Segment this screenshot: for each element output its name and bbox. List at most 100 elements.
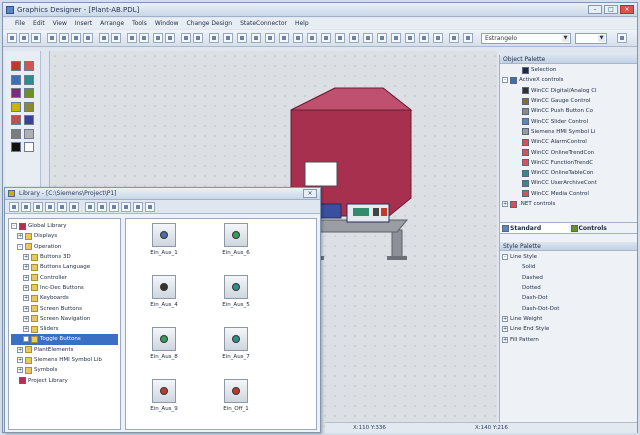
toolbar-button[interactable] (99, 33, 109, 43)
color-swatch[interactable] (11, 142, 21, 152)
color-swatch[interactable] (24, 128, 34, 139)
tree-item[interactable]: WinCC AlarmControl (502, 137, 635, 147)
tree-item[interactable]: WinCC Media Control (502, 189, 635, 199)
toolbar-button[interactable] (405, 33, 415, 43)
toolbar-button[interactable] (321, 33, 331, 43)
toolbar-button[interactable] (449, 33, 459, 43)
tree-item[interactable]: Dash-Dot-Dot (502, 303, 635, 313)
toolbar-button[interactable] (71, 33, 81, 43)
tree-item[interactable]: + .NET controls (502, 199, 635, 209)
toolbar-button[interactable] (127, 33, 137, 43)
toolbar-button[interactable] (307, 33, 317, 43)
library-toolbar-button[interactable] (21, 202, 31, 212)
library-item[interactable]: Ein_Aus_6 (212, 221, 260, 273)
tree-item[interactable]: Project Library (11, 375, 118, 385)
collapse-icon[interactable]: - (11, 223, 17, 230)
expand-icon[interactable]: + (502, 201, 508, 207)
toolbar-button[interactable] (59, 33, 69, 43)
library-toolbar-button[interactable] (57, 202, 67, 212)
toolbar-button[interactable] (47, 33, 57, 43)
color-swatch[interactable] (24, 61, 34, 71)
color-swatch[interactable] (24, 115, 34, 125)
expand-icon[interactable]: + (17, 357, 23, 363)
library-item[interactable]: Ein_Off_1 (212, 377, 260, 429)
tree-item[interactable]: WinCC Digital/Analog Cl (502, 86, 635, 96)
expand-icon[interactable]: + (23, 305, 29, 312)
toolbar-button[interactable] (193, 33, 203, 43)
library-toolbar-button[interactable] (33, 202, 43, 212)
menu-item-edit[interactable]: Edit (33, 20, 45, 27)
collapse-icon[interactable]: - (502, 77, 508, 84)
color-swatch[interactable] (11, 88, 21, 98)
tree-item[interactable]: + Sliders (11, 324, 118, 334)
menu-item-stateconnector[interactable]: StateConnector (240, 20, 287, 27)
tree-item[interactable]: + Keyboards (11, 293, 118, 303)
tree-item[interactable]: - Line Style (502, 252, 635, 262)
library-item[interactable]: Ein_Aus_9 (140, 377, 188, 429)
color-swatch[interactable] (24, 142, 34, 152)
tree-item[interactable]: + Line End Style (502, 324, 635, 334)
collapse-icon[interactable]: - (17, 243, 23, 250)
toolbar-button[interactable] (251, 33, 261, 43)
tree-item[interactable]: + Fill Pattern (502, 334, 635, 344)
menu-item-help[interactable]: Help (295, 20, 309, 27)
toolbar-button[interactable] (377, 33, 387, 43)
tree-item[interactable]: Dotted (502, 283, 635, 293)
size-combo[interactable]: ▼ (575, 33, 607, 44)
maximize-button[interactable]: □ (604, 5, 618, 14)
tree-item[interactable]: WinCC OnlineTableCon (502, 168, 635, 178)
toolbar-button[interactable] (139, 33, 149, 43)
library-toolbar-button[interactable] (109, 202, 119, 212)
toolbar-button[interactable] (433, 33, 443, 43)
toolbar-button[interactable] (237, 33, 247, 43)
expand-icon[interactable]: + (23, 274, 29, 281)
menu-item-insert[interactable]: Insert (75, 20, 92, 27)
color-swatch[interactable] (24, 74, 34, 85)
color-swatch[interactable] (24, 101, 34, 112)
toolbar-button[interactable] (419, 33, 429, 43)
close-button[interactable]: × (620, 5, 634, 14)
tree-item[interactable]: + Symbols (11, 365, 118, 375)
library-item[interactable]: Ein_Aus_4 (140, 273, 188, 325)
expand-icon[interactable]: + (23, 336, 29, 343)
expand-icon[interactable]: + (23, 264, 29, 271)
toolbar-button[interactable] (391, 33, 401, 43)
expand-icon[interactable]: + (502, 326, 508, 333)
tree-item[interactable]: + Inc-Dec Buttons (11, 283, 118, 293)
expand-icon[interactable]: + (23, 326, 29, 333)
library-item[interactable]: Ein_Aus_7 (212, 325, 260, 377)
expand-icon[interactable]: + (17, 367, 23, 374)
toolbar-button[interactable] (19, 33, 29, 43)
library-toolbar-button[interactable] (85, 202, 95, 212)
toolbar-button[interactable] (7, 33, 17, 43)
library-toolbar-button[interactable] (133, 202, 143, 212)
toolbar-button[interactable] (349, 33, 359, 43)
tree-item[interactable]: + PlantElements (11, 345, 118, 355)
tree-item[interactable]: - ActiveX controls (502, 75, 635, 85)
library-close-button[interactable]: × (303, 189, 317, 198)
library-item[interactable]: Ein_Aus_8 (140, 325, 188, 377)
toolbar-button-last[interactable] (617, 33, 627, 43)
menu-item-window[interactable]: Window (155, 20, 179, 27)
tree-item[interactable]: - Global Library (11, 221, 118, 231)
library-toolbar-button[interactable] (45, 202, 55, 212)
menu-item-arrange[interactable]: Arrange (100, 20, 124, 27)
toolbar-button[interactable] (209, 33, 219, 43)
library-toolbar-button[interactable] (69, 202, 79, 212)
tree-item[interactable]: WinCC FunctionTrendC (502, 158, 635, 168)
toolbar-button[interactable] (279, 33, 289, 43)
color-swatch[interactable] (11, 128, 21, 139)
expand-icon[interactable]: + (23, 315, 29, 322)
tree-item[interactable]: + Screen Navigation (11, 314, 118, 324)
expand-icon[interactable]: + (502, 336, 508, 343)
collapse-icon[interactable]: - (502, 254, 508, 261)
tree-item[interactable]: + Buttons 3D (11, 252, 118, 262)
library-toolbar-button[interactable] (9, 202, 19, 212)
tree-item[interactable]: WinCC OnlineTrendCon (502, 147, 635, 157)
color-swatch[interactable] (11, 115, 21, 125)
toolbar-button[interactable] (181, 33, 191, 43)
toolbar-button[interactable] (363, 33, 373, 43)
tree-item[interactable]: - Operation (11, 242, 118, 252)
color-swatch[interactable] (11, 61, 21, 71)
library-item[interactable]: Ein_Aus_1 (140, 221, 188, 273)
